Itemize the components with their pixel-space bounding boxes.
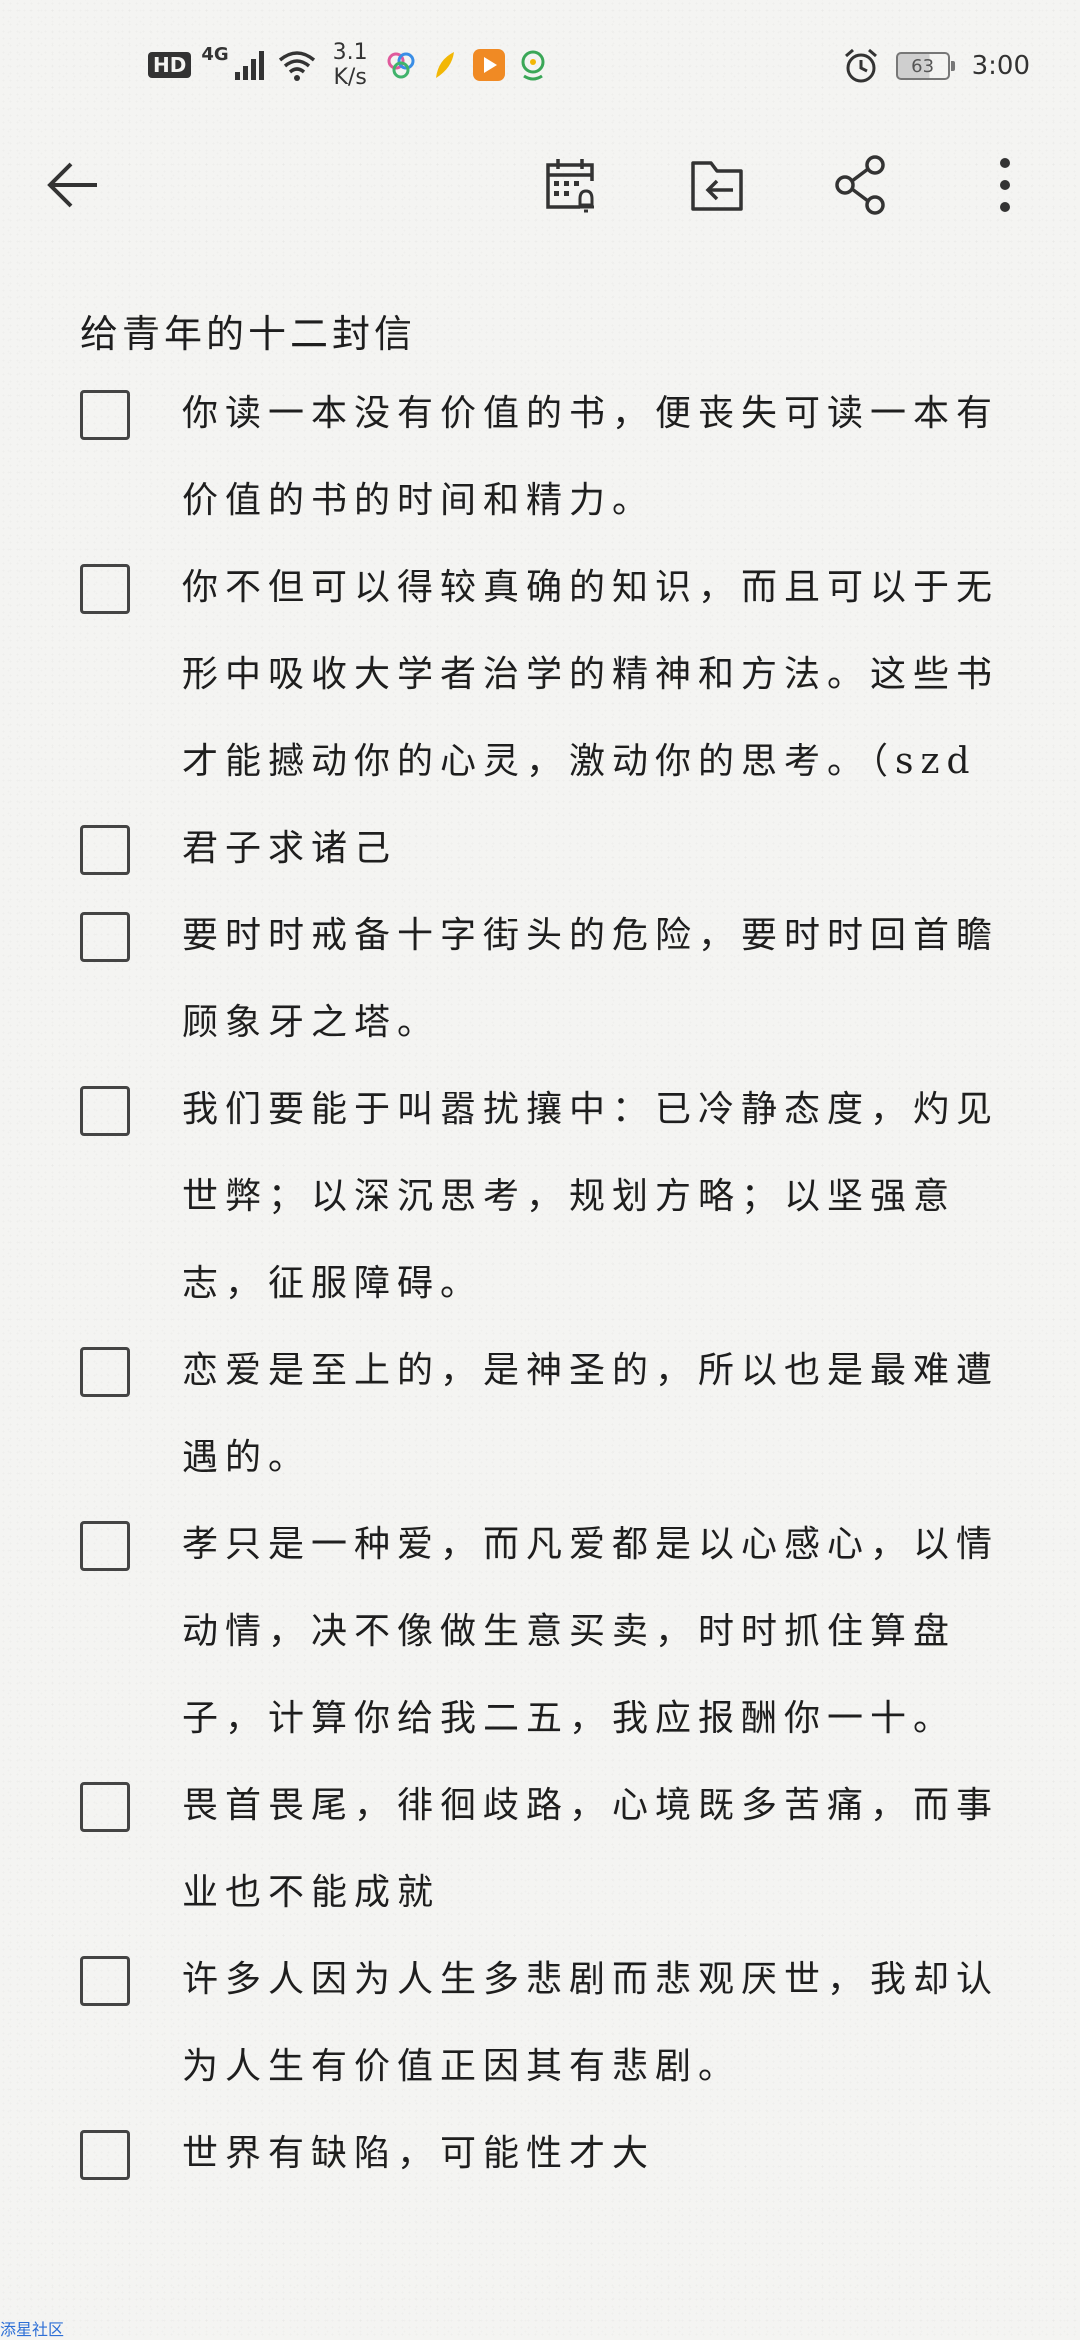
todo-item: 许多人因为人生多悲剧而悲观厌世，我却认为人生有价值正因其有悲剧。 [80, 1936, 1000, 2110]
todo-list: 你读一本没有价值的书，便丧失可读一本有价值的书的时间和精力。 你不但可以得较真确的… [80, 370, 1000, 2197]
speed-unit: K/s [333, 65, 367, 90]
todo-checkbox[interactable] [80, 1086, 130, 1136]
back-arrow-icon [47, 162, 97, 208]
todo-item: 世界有缺陷，可能性才大 [80, 2110, 1000, 2197]
todo-item: 恋爱是至上的，是神圣的，所以也是最难遭遇的。 [80, 1327, 1000, 1501]
todo-item: 你读一本没有价值的书，便丧失可读一本有价值的书的时间和精力。 [80, 370, 1000, 544]
todo-checkbox[interactable] [80, 1347, 130, 1397]
move-to-folder-button[interactable] [682, 150, 752, 220]
todo-checkbox[interactable] [80, 1782, 130, 1832]
todo-checkbox[interactable] [80, 912, 130, 962]
todo-item: 孝只是一种爱，而凡爱都是以心感心，以情动情，决不像做生意买卖，时时抓住算盘子，计… [80, 1501, 1000, 1762]
todo-text[interactable]: 恋爱是至上的，是神圣的，所以也是最难遭遇的。 [182, 1327, 1000, 1501]
todo-text[interactable]: 君子求诸己 [182, 805, 1000, 892]
todo-checkbox[interactable] [80, 2130, 130, 2180]
watermark: 添星社区 [0, 2320, 65, 2339]
calendar-reminder-icon [546, 159, 594, 213]
more-icon [1000, 158, 1010, 212]
todo-checkbox[interactable] [80, 1521, 130, 1571]
todo-text[interactable]: 世界有缺陷，可能性才大 [182, 2110, 1000, 2197]
share-icon [835, 155, 885, 215]
todo-text[interactable]: 我们要能于叫嚣扰攘中：已冷静态度，灼见世弊；以深沉思考，规划方略；以坚强意志，征… [182, 1066, 1000, 1327]
status-right-group: 63 3:00 [842, 44, 1030, 88]
battery-level: 63 [911, 55, 935, 77]
todo-text[interactable]: 要时时戒备十字街头的危险，要时时回首瞻顾象牙之塔。 [182, 892, 1000, 1066]
network-speed: 3.1 K/s [333, 40, 368, 90]
note-body[interactable]: 给青年的十二封信 你读一本没有价值的书，便丧失可读一本有价值的书的时间和精力。你… [80, 302, 1000, 2197]
signal-icon [234, 51, 264, 80]
note-toolbar [0, 130, 1080, 240]
todo-item: 要时时戒备十字街头的危险，要时时回首瞻顾象牙之塔。 [80, 892, 1000, 1066]
todo-text[interactable]: 畏首畏尾，徘徊歧路，心境既多苦痛，而事业也不能成就 [182, 1762, 1000, 1936]
battery-icon: 63 [895, 52, 955, 80]
flower-app-icon [387, 52, 415, 79]
note-title[interactable]: 给青年的十二封信 [80, 302, 1000, 366]
feather-app-icon [435, 52, 454, 78]
play-app-icon [472, 49, 505, 81]
more-button[interactable] [970, 150, 1040, 220]
speed-value: 3.1 [332, 40, 368, 65]
todo-checkbox[interactable] [80, 390, 130, 440]
network-type: 4G [201, 44, 229, 65]
wifi-icon [278, 51, 315, 81]
share-button[interactable] [826, 150, 896, 220]
todo-item: 君子求诸己 [80, 805, 1000, 892]
todo-item: 你不但可以得较真确的知识，而且可以于无形中吸收大学者治学的精神和方法。这些书才能… [80, 544, 1000, 805]
todo-checkbox[interactable] [80, 564, 130, 614]
status-left-group: HD 4G 3.1 K/s [148, 40, 550, 90]
todo-checkbox[interactable] [80, 1956, 130, 2006]
todo-checkbox[interactable] [80, 825, 130, 875]
todo-text[interactable]: 许多人因为人生多悲剧而悲观厌世，我却认为人生有价值正因其有悲剧。 [182, 1936, 1000, 2110]
todo-text[interactable]: 孝只是一种爱，而凡爱都是以心感心，以情动情，决不像做生意买卖，时时抓住算盘子，计… [182, 1501, 1000, 1762]
clock-time: 3:00 [971, 51, 1030, 81]
reminder-button[interactable] [537, 150, 607, 220]
todo-item: 我们要能于叫嚣扰攘中：已冷静态度，灼见世弊；以深沉思考，规划方略；以坚强意志，征… [80, 1066, 1000, 1327]
location-app-icon [521, 50, 545, 81]
hd-badge: HD [148, 52, 192, 78]
status-bar: HD 4G 3.1 K/s 63 3:00 [0, 0, 1080, 130]
move-to-folder-icon [691, 161, 743, 211]
todo-item: 畏首畏尾，徘徊歧路，心境既多苦痛，而事业也不能成就 [80, 1762, 1000, 1936]
back-button[interactable] [38, 150, 108, 220]
alarm-icon [844, 48, 877, 83]
todo-text[interactable]: 你不但可以得较真确的知识，而且可以于无形中吸收大学者治学的精神和方法。这些书才能… [182, 544, 1000, 805]
todo-text[interactable]: 你读一本没有价值的书，便丧失可读一本有价值的书的时间和精力。 [182, 370, 1000, 544]
